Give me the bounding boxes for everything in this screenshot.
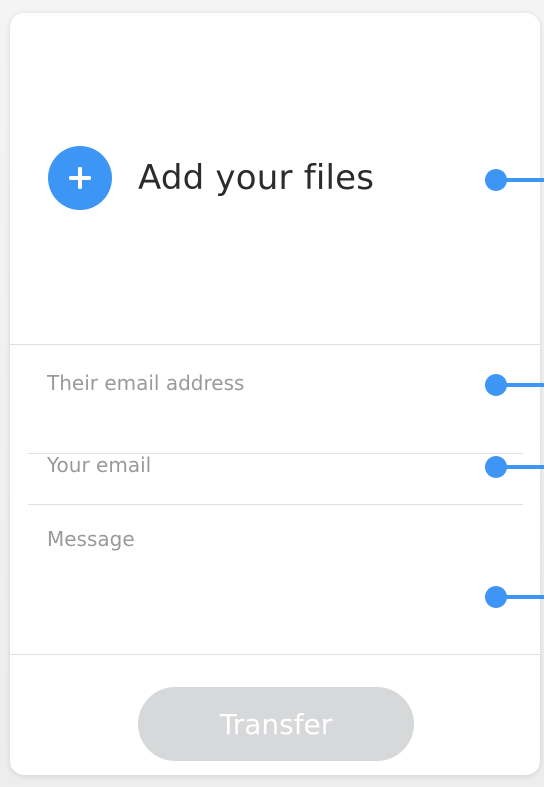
- section-divider: [10, 344, 540, 345]
- plus-icon[interactable]: [48, 146, 112, 210]
- connector-dot-icon: [485, 374, 544, 396]
- add-files-label: Add your files: [138, 158, 375, 198]
- transfer-button[interactable]: Transfer: [138, 687, 414, 761]
- section-divider: [10, 654, 540, 655]
- message-textarea[interactable]: Message: [47, 527, 135, 551]
- connector-dot-icon: [485, 586, 544, 608]
- field-divider: [28, 504, 523, 505]
- sender-email-input[interactable]: Your email: [47, 453, 151, 477]
- connector-dot-icon: [485, 169, 544, 191]
- connector-dot-icon: [485, 456, 544, 478]
- recipient-email-input[interactable]: Their email address: [47, 371, 244, 395]
- screen-background: Add your files Their email address Your …: [0, 0, 544, 787]
- add-files-button[interactable]: Add your files: [48, 146, 374, 210]
- transfer-card: Add your files Their email address Your …: [10, 13, 540, 775]
